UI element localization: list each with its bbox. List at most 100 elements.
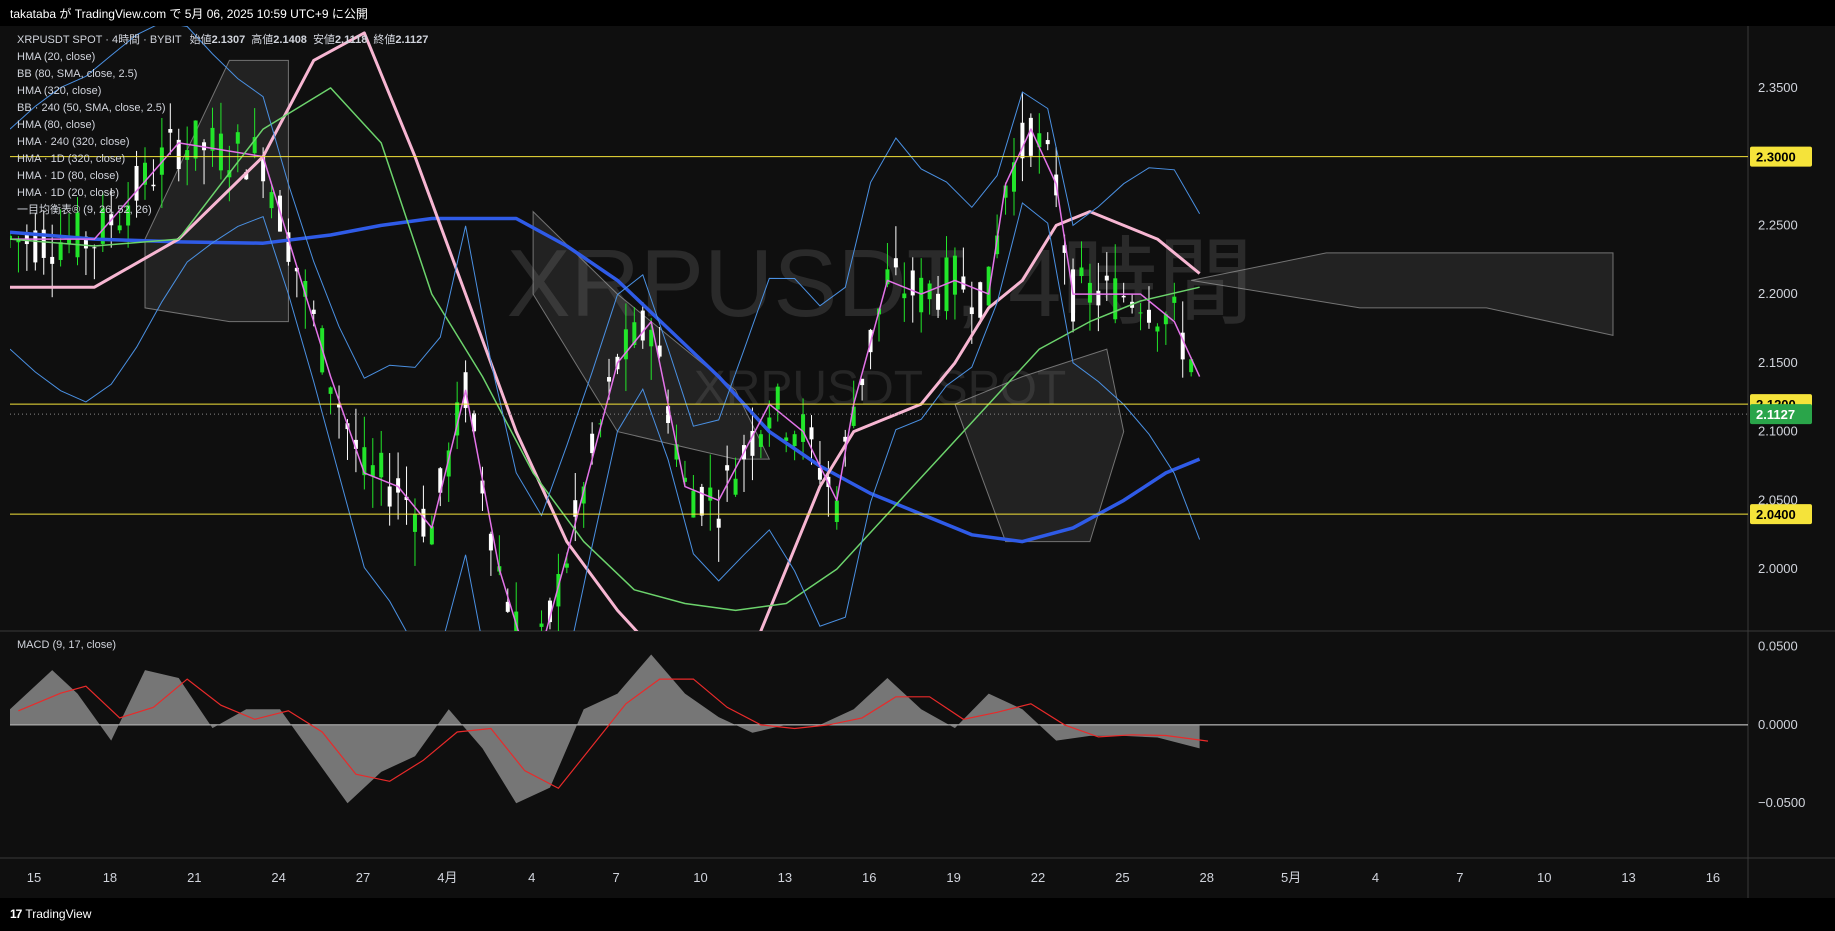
tradingview-logo-icon: 17 (10, 907, 22, 921)
close-value: 2.1127 (395, 34, 428, 46)
macd-panel[interactable]: 0.0500 0.0000 −0.0500 MACD (9, 17, close) (10, 639, 1805, 811)
candle-body[interactable] (902, 293, 907, 299)
publish-line: takataba が TradingView.com で 5月 06, 2025… (10, 7, 368, 21)
candle-body[interactable] (590, 433, 595, 454)
indicator-legend-item[interactable]: HMA · 1D (20, close) (17, 187, 119, 199)
candle-body[interactable] (564, 563, 569, 568)
chart-area[interactable]: XRPUSDT, 4時間 XRPUSDT SPOT 2.30002.12002.… (0, 26, 1835, 898)
candle-body[interactable] (92, 247, 97, 249)
candle-body[interactable] (539, 623, 544, 627)
candle-body[interactable] (775, 386, 780, 410)
candle-body[interactable] (210, 127, 215, 151)
candle-body[interactable] (758, 434, 763, 447)
candle-body[interactable] (328, 387, 333, 394)
candle-body[interactable] (488, 533, 493, 551)
candle-body[interactable] (919, 277, 924, 313)
y-tick-label: 2.1500 (1758, 355, 1798, 370)
x-tick-label: 7 (613, 870, 620, 885)
candle-body[interactable] (58, 242, 63, 260)
candle-body[interactable] (1172, 296, 1177, 303)
indicator-legend-item[interactable]: 一目均衡表® (9, 26, 52, 26) (17, 202, 152, 216)
candle-body[interactable] (50, 256, 55, 264)
candle-body[interactable] (269, 192, 274, 209)
candle-body[interactable] (1045, 140, 1050, 145)
candle-body[interactable] (733, 478, 738, 495)
y-tick-label: 2.2500 (1758, 217, 1798, 232)
candle-body[interactable] (379, 452, 384, 478)
candle-body[interactable] (75, 212, 80, 258)
indicator-legend-item[interactable]: HMA · 240 (320, close) (17, 136, 130, 148)
candle-body[interactable] (809, 427, 814, 440)
candle-body[interactable] (691, 490, 696, 518)
candle-body[interactable] (969, 307, 974, 315)
candle-body[interactable] (311, 309, 316, 314)
indicator-legend-item[interactable]: HMA · 1D (320, close) (17, 153, 125, 165)
low-label: 安値 (313, 32, 335, 46)
candle-body[interactable] (429, 526, 434, 545)
candle-body[interactable] (893, 258, 898, 268)
candle-body[interactable] (421, 508, 426, 537)
indicator-legend-item[interactable]: BB · 240 (50, SMA, close, 2.5) (17, 102, 166, 114)
candle-body[interactable] (952, 255, 957, 295)
candle-body[interactable] (235, 132, 240, 144)
candle-body[interactable] (134, 165, 139, 201)
candle-body[interactable] (716, 518, 721, 528)
candle-body[interactable] (387, 486, 392, 507)
indicator-legend-item[interactable]: HMA (80, close) (17, 119, 95, 131)
x-tick-label: 27 (356, 870, 370, 885)
candle-body[interactable] (1104, 275, 1109, 281)
candle-body[interactable] (1071, 269, 1076, 322)
cloud-region (144, 59, 289, 323)
y-tick-label: 2.3500 (1758, 80, 1798, 95)
candle-body[interactable] (834, 500, 839, 522)
candle-body[interactable] (792, 434, 797, 447)
candle-body[interactable] (185, 150, 190, 160)
indicator-legend-item[interactable]: HMA (320, close) (17, 85, 101, 97)
candle-body[interactable] (936, 293, 941, 310)
macd-histogram (10, 654, 1200, 804)
macd-y-tick-label: 0.0500 (1758, 639, 1798, 654)
y-tick-label: 2.0500 (1758, 492, 1798, 507)
candle-body[interactable] (193, 120, 198, 159)
publish-header: takataba が TradingView.com で 5月 06, 2025… (0, 0, 1835, 26)
candle-body[interactable] (1020, 122, 1025, 159)
candle-body[interactable] (168, 129, 173, 133)
x-tick-label: 4 (528, 870, 535, 885)
low-value: 2.1118 (335, 34, 367, 46)
candle-body[interactable] (151, 184, 156, 187)
candle-body[interactable] (725, 465, 730, 471)
candle-body[interactable] (1028, 117, 1033, 156)
candle-body[interactable] (801, 414, 806, 442)
macd-legend: MACD (9, 17, close) (17, 639, 116, 651)
candle-body[interactable] (1079, 267, 1084, 277)
candle-body[interactable] (412, 514, 417, 532)
candle-body[interactable] (1155, 326, 1160, 332)
candle-body[interactable] (767, 417, 772, 429)
candle-body[interactable] (607, 377, 612, 382)
last-price-label: 2.1127 (1756, 407, 1795, 422)
candle-body[interactable] (1146, 309, 1151, 323)
indicator-legend-item[interactable]: HMA (20, close) (17, 51, 95, 63)
candle-body[interactable] (1096, 290, 1101, 306)
candle-body[interactable] (1121, 295, 1126, 298)
chart-svg[interactable]: XRPUSDT, 4時間 XRPUSDT SPOT 2.30002.12002.… (0, 26, 1835, 898)
indicator-legend-item[interactable]: HMA · 1D (80, close) (17, 170, 119, 182)
candle-body[interactable] (117, 225, 122, 231)
candle-body[interactable] (640, 310, 645, 341)
candle-body[interactable] (649, 329, 654, 347)
x-tick-label: 25 (1115, 870, 1129, 885)
open-label: 始値 (190, 32, 212, 46)
footer: 17 TradingView (0, 898, 1835, 931)
candle-body[interactable] (708, 487, 713, 501)
candle-body[interactable] (1113, 278, 1118, 320)
candle-body[interactable] (978, 282, 983, 318)
candle-body[interactable] (370, 465, 375, 477)
candle-body[interactable] (218, 133, 223, 171)
candle-body[interactable] (699, 486, 704, 516)
level-label: 2.0400 (1756, 507, 1796, 522)
candle-body[interactable] (1087, 282, 1092, 303)
indicator-legend-item[interactable]: BB (80, SMA, close, 2.5) (17, 68, 137, 80)
x-tick-label: 10 (1537, 870, 1551, 885)
candle-body[interactable] (1138, 312, 1143, 314)
x-tick-label: 28 (1199, 870, 1213, 885)
